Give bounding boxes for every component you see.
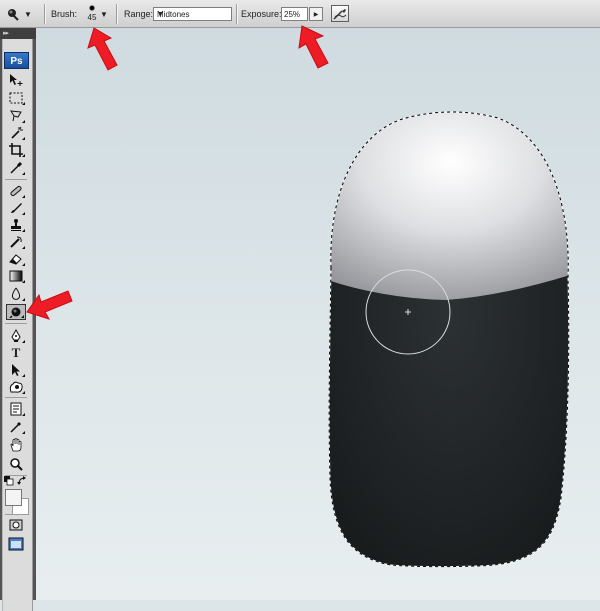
healing-brush-icon[interactable] — [6, 183, 26, 199]
eraser-tool-icon[interactable] — [6, 251, 26, 267]
exposure-field[interactable]: 25% — [281, 7, 308, 21]
hand-tool-icon[interactable] — [6, 437, 26, 453]
marquee-tool-icon[interactable] — [6, 90, 26, 106]
divider — [5, 514, 27, 515]
path-selection-icon[interactable] — [6, 362, 26, 378]
range-select[interactable]: Midtones ▼ — [153, 7, 232, 21]
brush-size: 45 — [87, 13, 97, 22]
brush-tip-icon — [89, 5, 95, 11]
default-colors-icon[interactable] — [4, 476, 14, 486]
lasso-tool-icon[interactable] — [6, 108, 26, 124]
arrow-to-brush — [87, 27, 118, 71]
tool-preset-picker[interactable]: ▼ — [6, 0, 44, 28]
history-brush-icon[interactable] — [6, 234, 26, 250]
magic-wand-icon[interactable] — [6, 125, 26, 141]
burn-tool-icon — [8, 9, 19, 21]
clone-stamp-icon[interactable] — [6, 217, 26, 233]
swap-colors-icon[interactable] — [17, 476, 27, 486]
blur-tool-icon[interactable] — [6, 286, 26, 302]
arrow-to-burn-tool — [26, 290, 73, 320]
foreground-color-swatch[interactable] — [5, 489, 22, 506]
chevron-down-icon: ▼ — [157, 10, 164, 18]
capsule-shape — [329, 112, 569, 567]
zoom-tool-icon[interactable] — [6, 456, 26, 472]
brush-preview[interactable]: 45 — [83, 2, 101, 26]
exposure-slider-button[interactable]: ▶ — [309, 7, 323, 21]
divider — [5, 179, 27, 180]
document-canvas[interactable] — [36, 28, 600, 600]
divider — [5, 323, 27, 324]
crop-tool-icon[interactable] — [6, 142, 26, 158]
eyedropper-tool-icon[interactable] — [6, 419, 26, 435]
divider — [236, 4, 237, 24]
eyedropper-slice-icon[interactable] — [6, 160, 26, 176]
divider — [5, 397, 27, 398]
pen-tool-icon[interactable] — [6, 328, 26, 344]
airbrush-icon — [333, 8, 347, 20]
panel-collapse-icon[interactable]: ▸▸ — [0, 28, 36, 39]
arrow-to-exposure — [298, 25, 329, 69]
gradient-tool-icon[interactable] — [6, 268, 26, 284]
chevron-down-icon: ▼ — [24, 9, 32, 19]
brush-tool-icon[interactable] — [6, 200, 26, 216]
airbrush-button[interactable] — [331, 5, 349, 22]
range-label: Range: — [124, 9, 154, 19]
capsule-artwork — [328, 111, 570, 568]
screen-mode-icon[interactable] — [6, 536, 26, 552]
ps-logo[interactable]: Ps — [4, 52, 29, 69]
notes-tool-icon[interactable] — [6, 401, 26, 417]
burn-tool-icon[interactable] — [6, 304, 26, 320]
brush-label: Brush: — [51, 9, 78, 19]
brush-picker-chevron-icon[interactable]: ▼ — [100, 0, 108, 28]
divider — [44, 4, 45, 24]
chevron-right-icon: ▶ — [313, 11, 319, 18]
exposure-label: Exposure: — [241, 9, 282, 19]
quick-mask-icon[interactable] — [6, 517, 26, 533]
custom-shape-icon[interactable] — [6, 379, 26, 395]
divider — [116, 4, 117, 24]
move-tool-icon[interactable] — [6, 72, 26, 88]
type-tool-icon[interactable]: T — [6, 345, 26, 361]
